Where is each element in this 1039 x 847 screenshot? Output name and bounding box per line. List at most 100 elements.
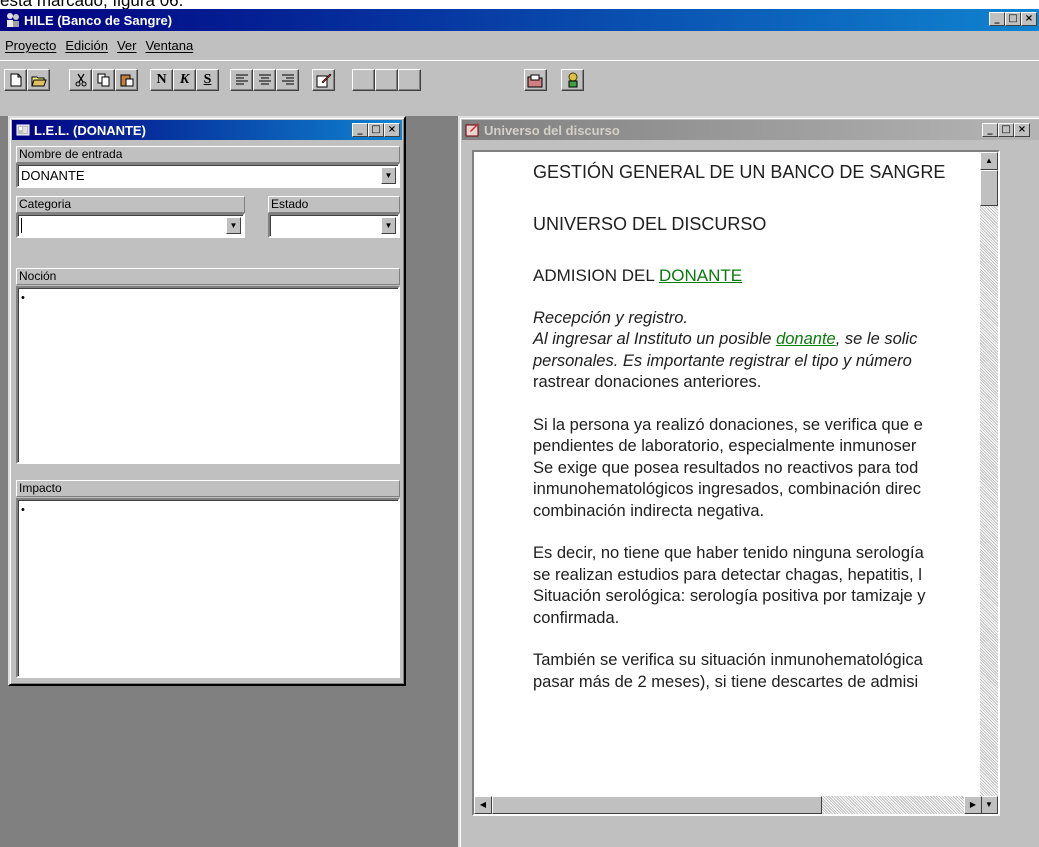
- universe-maximize-button[interactable]: □: [998, 123, 1014, 137]
- doc-paragraph-2: Si la persona ya realizó donaciones, se …: [533, 415, 998, 523]
- menu-edicion[interactable]: Edición: [65, 38, 108, 53]
- toolbar: N K S: [0, 60, 1039, 116]
- notion-bullet: •: [21, 292, 25, 304]
- state-dropdown-arrow[interactable]: ▼: [381, 217, 396, 234]
- document-caption-fragment: está marcado, figura 06.: [0, 0, 184, 10]
- paste-button[interactable]: [115, 69, 138, 91]
- blank-toolbar-button-3[interactable]: [398, 69, 421, 91]
- category-dropdown-arrow[interactable]: ▼: [226, 217, 241, 234]
- horizontal-scrollbar[interactable]: ◀ ▶: [474, 796, 982, 814]
- open-project-button[interactable]: [524, 69, 547, 91]
- bold-button[interactable]: N: [150, 69, 173, 91]
- paste-icon: [120, 74, 133, 87]
- menu-proyecto[interactable]: Proyecto: [5, 38, 56, 53]
- app-minimize-button[interactable]: _: [989, 12, 1005, 26]
- lel-window: L.E.L. (DONANTE) _ □ × Nombre de entrada…: [8, 116, 406, 686]
- doc-line: Es decir, no tiene que haber tenido ning…: [533, 544, 924, 562]
- entry-name-dropdown-arrow[interactable]: ▼: [381, 167, 396, 184]
- lel-minimize-button[interactable]: _: [352, 123, 368, 137]
- scroll-left-button[interactable]: ◀: [474, 796, 492, 814]
- align-center-button[interactable]: [253, 69, 276, 91]
- universe-window-title: Universo del discurso: [484, 122, 620, 138]
- doc-line: rastrear donaciones anteriores.: [533, 373, 762, 391]
- universe-window-title-bar[interactable]: Universo del discurso _ □ ×: [462, 120, 1039, 140]
- p1-post: , se le solic: [835, 330, 918, 348]
- section-prefix: ADMISION DEL: [533, 266, 659, 285]
- menu-bar: Proyecto Edición Ver Ventana: [0, 31, 1039, 60]
- doc-paragraph-3: Es decir, no tiene que haber tenido ning…: [533, 543, 998, 629]
- doc-subsection: Recepción y registro.: [533, 308, 998, 330]
- lel-window-controls: _ □ ×: [352, 123, 400, 137]
- entry-name-label: Nombre de entrada: [16, 146, 400, 163]
- impact-label: Impacto: [16, 480, 400, 497]
- notion-label: Noción: [16, 268, 400, 285]
- doc-line: Se exige que posea resultados no reactiv…: [533, 458, 919, 477]
- doc-paragraph-4: También se verifica su situación inmunoh…: [533, 650, 998, 693]
- app-title-bar[interactable]: HILE (Banco de Sangre) _ □ ×: [0, 9, 1039, 31]
- open-folder-button[interactable]: [27, 69, 50, 91]
- user-button[interactable]: [561, 69, 584, 91]
- lel-close-button[interactable]: ×: [384, 123, 400, 137]
- blank-toolbar-button-2[interactable]: [375, 69, 398, 91]
- mdi-workspace: L.E.L. (DONANTE) _ □ × Nombre de entrada…: [0, 116, 1039, 847]
- doc-line: confirmada.: [533, 608, 620, 627]
- p1-line2: personales. Es importante registrar el t…: [533, 351, 912, 370]
- doc-line: También se verifica su situación inmunoh…: [533, 651, 923, 669]
- state-label: Estado: [268, 196, 400, 213]
- scroll-right-button[interactable]: ▶: [964, 796, 982, 814]
- app-maximize-button[interactable]: □: [1005, 12, 1021, 26]
- align-left-button[interactable]: [230, 69, 253, 91]
- copy-icon: [97, 73, 109, 87]
- new-document-icon: [10, 73, 21, 87]
- lel-window-title-bar[interactable]: L.E.L. (DONANTE) _ □ ×: [12, 120, 402, 140]
- edit-pencil-button[interactable]: [312, 69, 335, 91]
- lel-window-title: L.E.L. (DONANTE): [34, 122, 146, 138]
- doc-line: pasar más de 2 meses), si tiene descarte…: [533, 672, 919, 691]
- cut-icon: [75, 73, 86, 87]
- state-combo[interactable]: ▼: [268, 213, 400, 238]
- new-document-button[interactable]: [4, 69, 27, 91]
- scroll-up-button[interactable]: ▲: [980, 152, 998, 170]
- vertical-scroll-thumb[interactable]: [980, 170, 998, 206]
- donante-link[interactable]: DONANTE: [659, 266, 742, 285]
- lel-window-icon: [15, 122, 31, 138]
- notion-textarea[interactable]: •: [16, 286, 400, 464]
- universe-window-controls: _ □ ×: [982, 123, 1030, 137]
- open-folder-icon: [30, 76, 47, 86]
- category-combo[interactable]: ▼: [16, 213, 245, 238]
- doc-section-title: ADMISION DEL DONANTE: [533, 265, 998, 287]
- app-close-button[interactable]: ×: [1021, 12, 1037, 26]
- underline-button[interactable]: S: [196, 69, 219, 91]
- doc-line: se realizan estudios para detectar chaga…: [533, 565, 922, 584]
- align-right-icon: [281, 74, 294, 85]
- universe-window: Universo del discurso _ □ × GESTIÓN GENE…: [458, 116, 1039, 847]
- cut-button[interactable]: [69, 69, 92, 91]
- doc-line: inmunohematológicos ingresados, combinac…: [533, 480, 921, 498]
- donante-inline-link[interactable]: donante: [776, 330, 836, 348]
- doc-line: Al ingresar al Instituto un posible dona…: [533, 329, 998, 351]
- copy-button[interactable]: [92, 69, 115, 91]
- edit-pencil-icon: [316, 73, 331, 88]
- align-right-button[interactable]: [276, 69, 299, 91]
- doc-line: personales. Es importante registrar el t…: [533, 351, 998, 373]
- universe-minimize-button[interactable]: _: [982, 123, 998, 137]
- lel-maximize-button[interactable]: □: [368, 123, 384, 137]
- horizontal-scroll-thumb[interactable]: [492, 796, 822, 814]
- doc-paragraph-1: Recepción y registro. Al ingresar al Ins…: [533, 308, 998, 394]
- blank-toolbar-button[interactable]: [352, 69, 375, 91]
- italic-button[interactable]: K: [173, 69, 196, 91]
- document-view[interactable]: GESTIÓN GENERAL DE UN BANCO DE SANGRE UN…: [472, 150, 1000, 816]
- doc-line: pendientes de laboratorio, especialmente…: [533, 437, 917, 455]
- doc-line: Si la persona ya realizó donaciones, se …: [533, 415, 923, 434]
- entry-name-combo[interactable]: DONANTE ▼: [16, 163, 400, 188]
- universe-window-icon: [465, 122, 481, 138]
- doc-line: combinación indirecta negativa.: [533, 501, 765, 520]
- impact-textarea[interactable]: •: [16, 498, 400, 678]
- impact-bullet: •: [21, 504, 25, 516]
- menu-ventana[interactable]: Ventana: [145, 38, 193, 53]
- scroll-down-button[interactable]: ▼: [980, 796, 998, 814]
- universe-close-button[interactable]: ×: [1014, 123, 1030, 137]
- menu-ver[interactable]: Ver: [117, 38, 137, 53]
- doc-heading-1: GESTIÓN GENERAL DE UN BANCO DE SANGRE: [533, 162, 946, 182]
- vertical-scrollbar[interactable]: ▲ ▼: [980, 152, 998, 814]
